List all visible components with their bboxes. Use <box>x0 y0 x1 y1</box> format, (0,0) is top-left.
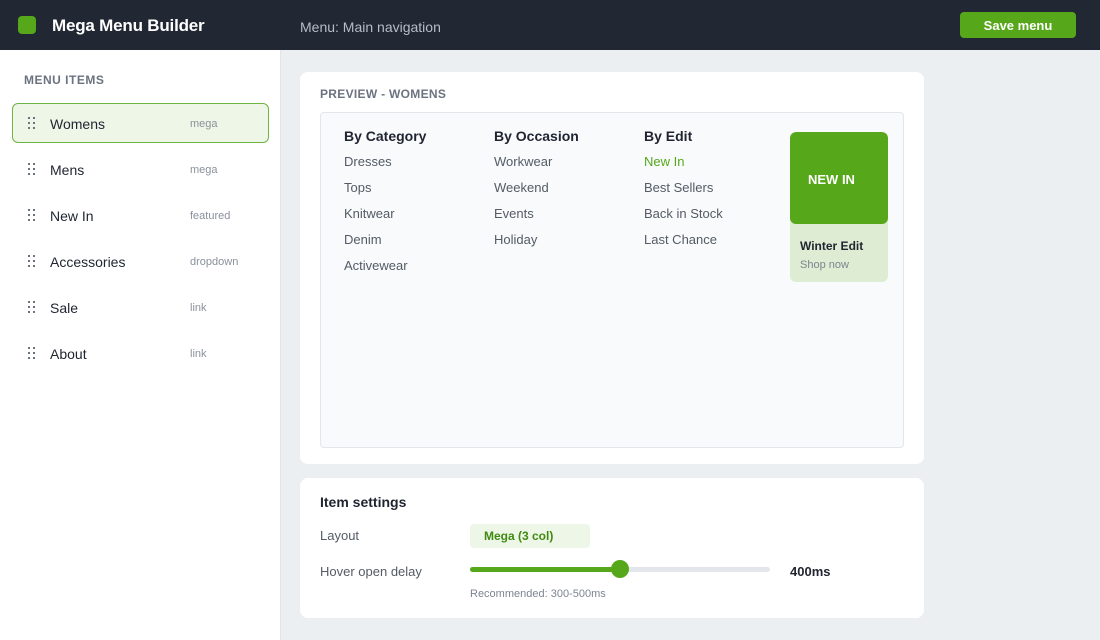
sidebar-item-label: New In <box>50 208 94 224</box>
promo-title: Winter Edit <box>800 239 864 253</box>
item-settings-card: Item settings Layout Mega (3 col) Hover … <box>300 478 924 618</box>
logo-mark-icon <box>18 16 36 34</box>
hover-delay-hint: Recommended: 300-500ms <box>470 588 606 600</box>
hover-delay-label: Hover open delay <box>320 564 422 579</box>
menu-link-workwear[interactable]: Workwear <box>494 154 579 180</box>
sidebar-heading: MENU ITEMS <box>24 73 105 87</box>
menu-column-by-edit: By Edit New In Best Sellers Back in Stock La… <box>644 128 723 258</box>
menu-link-best-sellers[interactable]: Best Sellers <box>644 180 723 206</box>
app-title: Mega Menu Builder <box>52 16 205 35</box>
sidebar-item-label: About <box>50 346 87 362</box>
sidebar: MENU ITEMS Womens mega Mens mega New In featu… <box>0 50 281 640</box>
menu-link-holiday[interactable]: Holiday <box>494 232 579 258</box>
menu-item-list: Womens mega Mens mega New In featured Accessor… <box>12 103 269 379</box>
sidebar-item-label: Womens <box>50 116 105 132</box>
sidebar-item-label: Sale <box>50 300 79 316</box>
column-title: By Edit <box>644 128 693 144</box>
drag-handle-icon[interactable] <box>28 163 36 175</box>
drag-handle-icon[interactable] <box>28 301 36 313</box>
menu-link-knitwear[interactable]: Knitwear <box>344 206 426 232</box>
save-menu-button[interactable]: Save menu <box>960 12 1076 38</box>
menu-link-events[interactable]: Events <box>494 206 579 232</box>
sidebar-item-womens[interactable]: Womens mega <box>12 103 269 143</box>
sidebar-item-type: mega <box>190 118 218 130</box>
hover-delay-value: 400ms <box>790 564 831 579</box>
menu-link-dresses[interactable]: Dresses <box>344 154 426 180</box>
drag-handle-icon[interactable] <box>28 209 36 221</box>
promo-banner: NEW IN <box>790 132 888 224</box>
menu-link-denim[interactable]: Denim <box>344 232 426 258</box>
sidebar-item-label: Mens <box>50 162 85 178</box>
sidebar-item-sale[interactable]: Sale link <box>12 287 269 327</box>
preview-item-name: WOMENS <box>389 87 447 101</box>
sidebar-item-accessories[interactable]: Accessories dropdown <box>12 241 269 281</box>
sidebar-item-type: link <box>190 348 207 360</box>
drag-handle-icon[interactable] <box>28 255 36 267</box>
sidebar-item-type: link <box>190 302 207 314</box>
menu-column-by-occasion: By Occasion Workwear Weekend Events Holiday <box>494 128 579 258</box>
drag-handle-icon[interactable] <box>28 347 36 359</box>
promo-tile[interactable]: NEW IN Winter Edit Shop now <box>790 132 888 282</box>
layout-select[interactable]: Mega (3 col) <box>470 524 590 548</box>
menu-name-label: Menu: Main navigation <box>300 19 441 35</box>
sidebar-item-about[interactable]: About link <box>12 333 269 373</box>
slider-fill <box>470 567 620 572</box>
layout-label: Layout <box>320 528 360 543</box>
preview-label: PREVIEW <box>320 87 378 101</box>
drag-handle-icon[interactable] <box>28 117 36 129</box>
sidebar-item-mens[interactable]: Mens mega <box>12 149 269 189</box>
sidebar-item-label: Accessories <box>50 254 126 270</box>
hover-delay-slider[interactable] <box>470 560 770 578</box>
column-title: By Occasion <box>494 128 579 144</box>
sidebar-item-type: dropdown <box>190 256 239 268</box>
menu-link-last-chance[interactable]: Last Chance <box>644 232 723 258</box>
preview-card: PREVIEW - WOMENS NEW IN Winter Edit Shop… <box>300 72 924 464</box>
mega-menu-preview: NEW IN Winter Edit Shop now By Category D… <box>320 112 904 448</box>
sidebar-item-new-in[interactable]: New In featured <box>12 195 269 235</box>
menu-link-activewear[interactable]: Activewear <box>344 258 426 284</box>
promo-banner-label: NEW IN <box>808 172 855 187</box>
sidebar-item-type: featured <box>190 210 231 222</box>
menu-column-by-category: By Category Dresses Tops Knitwear Denim Activ… <box>344 128 426 284</box>
menu-link-weekend[interactable]: Weekend <box>494 180 579 206</box>
menu-link-back-in-stock[interactable]: Back in Stock <box>644 206 723 232</box>
top-bar: Mega Menu Builder Menu: Main navigation … <box>0 0 1100 50</box>
settings-title: Item settings <box>320 494 407 510</box>
column-title: By Category <box>344 128 427 144</box>
menu-link-tops[interactable]: Tops <box>344 180 426 206</box>
slider-thumb[interactable] <box>611 560 629 578</box>
sidebar-item-type: mega <box>190 164 218 176</box>
preview-heading: PREVIEW - WOMENS <box>320 87 446 101</box>
menu-link-new-in[interactable]: New In <box>644 154 723 180</box>
promo-cta-link[interactable]: Shop now <box>800 259 849 271</box>
